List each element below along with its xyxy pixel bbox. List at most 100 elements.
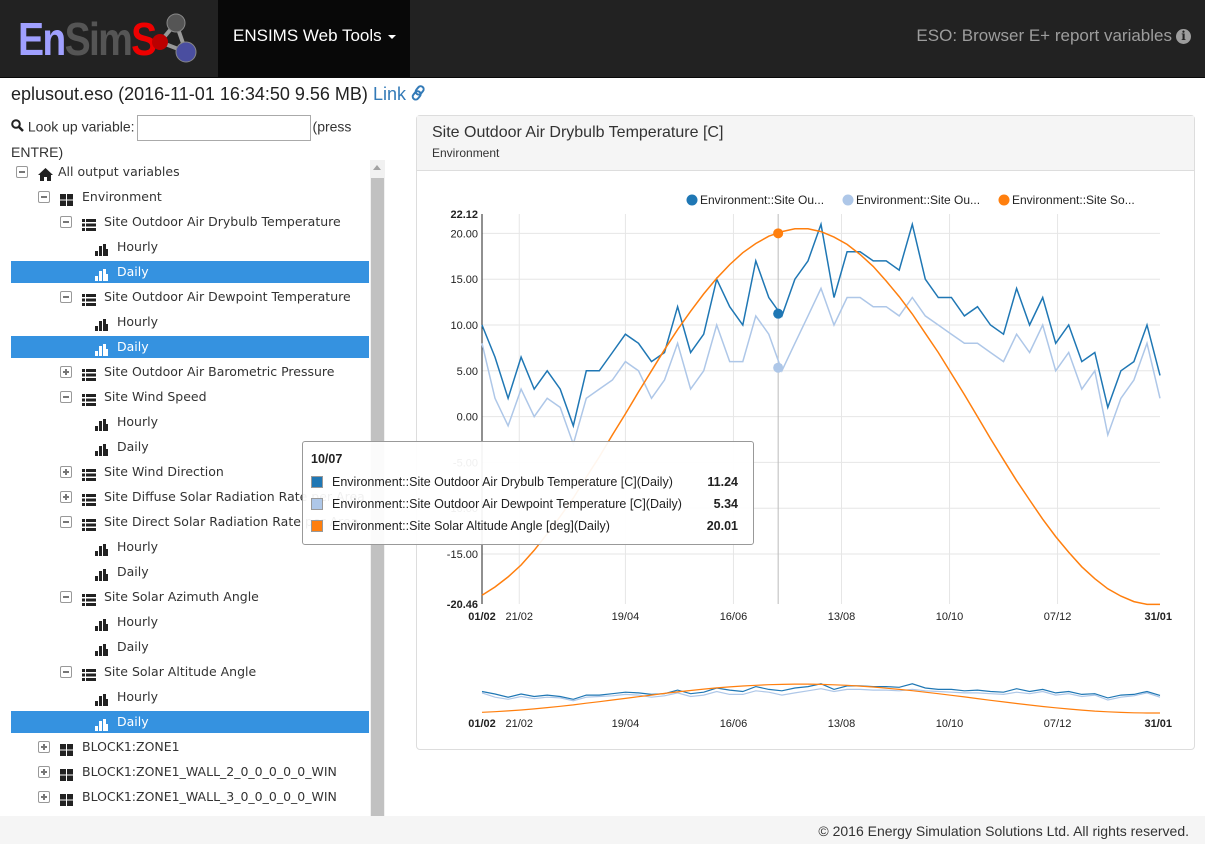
list-icon — [82, 666, 96, 681]
tree-item[interactable]: Site Outdoor Air Barometric Pressure — [11, 361, 369, 383]
tree-item-label: All output variables — [58, 164, 180, 179]
file-link[interactable]: Link — [373, 84, 427, 104]
tooltip-label: Environment::Site Outdoor Air Dewpoint T… — [332, 497, 682, 511]
bar-chart-icon — [95, 641, 108, 656]
tree-item-label: Daily — [117, 714, 149, 729]
bar-chart-icon — [95, 416, 108, 431]
navbar: EnSimS ENSIMS Web Tools ESO: Browser E+ … — [0, 0, 1205, 78]
tree-item[interactable]: Site Outdoor Air Drybulb Temperature — [11, 211, 369, 233]
collapse-icon[interactable] — [38, 191, 50, 203]
list-icon — [82, 366, 96, 381]
tree-item-label: Site Solar Azimuth Angle — [104, 589, 259, 604]
panel-heading: Site Outdoor Air Drybulb Temperature [C]… — [417, 116, 1194, 171]
grid-icon — [60, 741, 73, 756]
tree-item[interactable]: Hourly — [11, 236, 369, 258]
ensims-logo[interactable]: EnSimS — [18, 8, 203, 68]
tree-item-label: Hourly — [117, 239, 158, 254]
tree-item[interactable]: Daily — [11, 261, 369, 283]
caret-down-icon — [387, 34, 396, 39]
tree-item-label: Daily — [117, 639, 149, 654]
expand-icon[interactable] — [38, 766, 50, 778]
tree-item[interactable]: Daily — [11, 711, 369, 733]
tree-item[interactable]: Daily — [11, 336, 369, 358]
tree-item[interactable]: Hourly — [11, 411, 369, 433]
tree-item[interactable]: BLOCK1:ZONE1 — [11, 736, 369, 758]
bar-chart-icon — [95, 441, 108, 456]
tree-item-label: Hourly — [117, 414, 158, 429]
bar-chart-icon — [95, 241, 108, 256]
list-icon — [82, 466, 96, 481]
legend-swatch — [311, 520, 323, 532]
tree-item[interactable]: Hourly — [11, 611, 369, 633]
app-title: ESO: Browser E+ report variables i — [916, 26, 1191, 46]
collapse-icon[interactable] — [60, 291, 72, 303]
collapse-icon[interactable] — [60, 591, 72, 603]
tooltip-value: 20.01 — [706, 519, 738, 533]
legend-swatch — [311, 476, 323, 488]
ensims-web-tools-dropdown[interactable]: ENSIMS Web Tools — [218, 0, 410, 77]
tooltip-row-dewpoint: Environment::Site Outdoor Air Dewpoint T… — [311, 493, 745, 515]
tree-item[interactable]: Daily — [11, 561, 369, 583]
tree-item[interactable]: Hourly — [11, 686, 369, 708]
tree-item[interactable]: Site Solar Altitude Angle — [11, 661, 369, 683]
file-info: eplusout.eso (2016-11-01 16:34:50 9.56 M… — [11, 84, 427, 105]
expand-icon[interactable] — [38, 791, 50, 803]
tree-item[interactable]: Site Outdoor Air Dewpoint Temperature — [11, 286, 369, 308]
search-icon — [11, 118, 24, 132]
bar-chart-icon — [95, 316, 108, 331]
expand-icon[interactable] — [38, 741, 50, 753]
tree-item-label: Hourly — [117, 539, 158, 554]
bar-chart-icon — [95, 616, 108, 631]
tooltip-label: Environment::Site Solar Altitude Angle [… — [332, 519, 610, 533]
home-icon — [38, 166, 53, 181]
tree-item-label: Daily — [117, 264, 149, 279]
collapse-icon[interactable] — [60, 516, 72, 528]
tooltip-row-solar-altitude: Environment::Site Solar Altitude Angle [… — [311, 515, 745, 537]
info-circle-icon[interactable]: i — [1176, 29, 1191, 44]
collapse-icon[interactable] — [16, 166, 28, 178]
tree-item[interactable]: Hourly — [11, 311, 369, 333]
grid-icon — [60, 791, 73, 806]
collapse-icon[interactable] — [60, 666, 72, 678]
chart-panel: Site Outdoor Air Drybulb Temperature [C]… — [416, 115, 1195, 750]
bar-chart-icon — [95, 541, 108, 556]
collapse-icon[interactable] — [60, 216, 72, 228]
panel-subtitle: Environment — [432, 146, 500, 160]
tree-item[interactable]: Site Wind Speed — [11, 386, 369, 408]
tree-item-label: Hourly — [117, 614, 158, 629]
file-name: eplusout.eso — [11, 84, 114, 104]
tree-item-label: Daily — [117, 564, 149, 579]
tree-item[interactable]: All output variables — [11, 161, 369, 183]
lookup-variable-input[interactable] — [136, 115, 311, 141]
bar-chart-icon — [95, 716, 108, 731]
tree-item[interactable]: BLOCK1:ZONE1_WALL_3_0_0_0_0_0_WIN — [11, 786, 369, 808]
tree-item[interactable]: Environment — [11, 186, 369, 208]
scroll-up-icon[interactable] — [373, 165, 381, 170]
tree-item-label: Daily — [117, 439, 149, 454]
expand-icon[interactable] — [60, 466, 72, 478]
collapse-icon[interactable] — [60, 391, 72, 403]
expand-icon[interactable] — [60, 366, 72, 378]
tree-item-label: Site Solar Altitude Angle — [104, 664, 257, 679]
legend-swatch — [311, 498, 323, 510]
tree-item-label: Site Outdoor Air Barometric Pressure — [104, 364, 335, 379]
list-icon — [82, 491, 96, 506]
bar-chart-icon — [95, 266, 108, 281]
tree-item-label: Environment — [82, 189, 162, 204]
tree-item-label: Hourly — [117, 314, 158, 329]
panel-title: Site Outdoor Air Drybulb Temperature [C] — [432, 124, 724, 141]
lookup-form: Look up variable: (press ENTRE) — [11, 115, 371, 163]
tree-item-label: BLOCK1:ZONE1_WALL_3_0_0_0_0_0_WIN — [82, 789, 337, 804]
link-icon — [411, 85, 425, 101]
tree-item[interactable]: Daily — [11, 636, 369, 658]
tree-item-label: Site Outdoor Air Drybulb Temperature — [104, 214, 341, 229]
tree-item-label: BLOCK1:ZONE1 — [82, 739, 180, 754]
tree-item-label: BLOCK1:ZONE1_WALL_2_0_0_0_0_0_WIN — [82, 764, 337, 779]
tooltip-value: 11.24 — [707, 475, 738, 489]
grid-icon — [60, 191, 73, 206]
tooltip-value: 5.34 — [713, 497, 738, 511]
tree-item[interactable]: BLOCK1:ZONE1_WALL_2_0_0_0_0_0_WIN — [11, 761, 369, 783]
expand-icon[interactable] — [60, 491, 72, 503]
app-title-text: ESO: Browser E+ report variables — [916, 26, 1172, 45]
tree-item[interactable]: Site Solar Azimuth Angle — [11, 586, 369, 608]
